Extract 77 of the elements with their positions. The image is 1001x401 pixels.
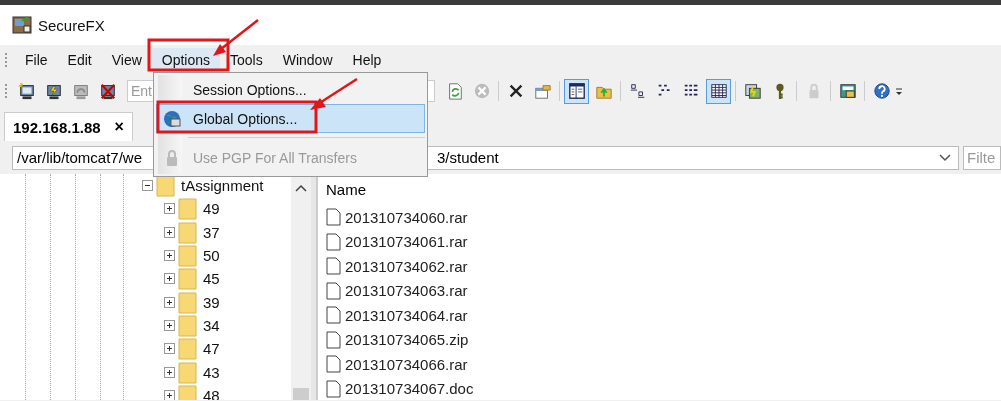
- computer-icon: [98, 82, 117, 100]
- file-name[interactable]: 201310734061.rar: [345, 233, 468, 251]
- file-name[interactable]: 201310734065.zip: [345, 331, 469, 349]
- tree-item[interactable]: 37: [203, 223, 220, 241]
- tree-item[interactable]: 45: [203, 270, 220, 288]
- menu-item[interactable]: Edit: [57, 48, 102, 72]
- tree-item[interactable]: 39: [203, 293, 220, 311]
- collapse-icon[interactable]: [142, 180, 153, 192]
- computer-icon: [44, 82, 63, 100]
- tree-item[interactable]: 48: [203, 386, 220, 400]
- file-icon: [326, 330, 341, 349]
- tree-item[interactable]: 43: [203, 363, 220, 381]
- computer-icon: [17, 82, 36, 100]
- file-name[interactable]: 201310734067.doc: [345, 380, 474, 398]
- file-icon: [326, 257, 341, 276]
- folder-icon: [178, 337, 197, 361]
- chevron-down-icon: [938, 152, 952, 163]
- expand-icon[interactable]: [164, 273, 175, 285]
- folder-icon: [178, 383, 197, 400]
- app-icon: [12, 15, 32, 35]
- menu-item[interactable]: View: [101, 48, 152, 72]
- arrow-drawing: [213, 19, 259, 56]
- globe-icon: [163, 109, 181, 128]
- window-title: SecureFX: [38, 16, 105, 34]
- tree-item[interactable]: 34: [203, 316, 220, 334]
- file-name[interactable]: 201310734066.rar: [345, 355, 468, 373]
- expand-icon[interactable]: [164, 389, 175, 400]
- close-button[interactable]: ×: [114, 118, 124, 136]
- file-name[interactable]: 201310734063.rar: [345, 282, 468, 300]
- arrow-drawing: [310, 77, 358, 110]
- details-icon: [709, 82, 728, 100]
- computer-icon: [71, 82, 90, 100]
- tree-item[interactable]: tAssignment: [181, 177, 264, 195]
- file-name[interactable]: 201310734062.rar: [345, 257, 468, 275]
- menu-item[interactable]: Session Options...: [156, 75, 425, 104]
- tree-item[interactable]: 47: [203, 340, 220, 358]
- file-icon: [326, 208, 341, 227]
- folder-icon: [178, 220, 197, 244]
- tree-item[interactable]: 50: [203, 247, 220, 265]
- expand-icon[interactable]: [164, 319, 175, 331]
- file-icon: [326, 232, 341, 251]
- toolbar-button[interactable]: [706, 78, 731, 104]
- folder-icon: [178, 360, 197, 384]
- large-icons-icon: [628, 82, 647, 100]
- expand-icon[interactable]: [164, 250, 175, 262]
- menu-item[interactable]: File: [15, 48, 58, 72]
- scrollbar[interactable]: [291, 174, 311, 400]
- folder-icon: [178, 244, 197, 268]
- folder-icon: [156, 174, 175, 198]
- menu-item[interactable]: Global Options...: [156, 104, 425, 133]
- tree-item[interactable]: 49: [203, 200, 220, 218]
- properties-icon: [533, 82, 552, 100]
- folder-icon: [178, 290, 197, 314]
- folder-icon: [178, 313, 197, 337]
- expand-icon[interactable]: [164, 343, 175, 355]
- expand-icon[interactable]: [164, 203, 175, 215]
- help-icon: [872, 82, 891, 100]
- folder-icon: [178, 197, 197, 221]
- scroll-thumb[interactable]: [293, 388, 309, 400]
- session-tab[interactable]: 192.168.1.88 ×: [4, 112, 133, 141]
- expand-icon[interactable]: [164, 366, 175, 378]
- scroll-up-icon: [295, 184, 307, 192]
- file-icon: [326, 281, 341, 300]
- file-icon: [326, 306, 341, 325]
- file-icon: [326, 355, 341, 374]
- menu-item[interactable]: Tools: [220, 48, 273, 72]
- menu-item[interactable]: Help: [342, 48, 392, 72]
- file-name[interactable]: 201310734064.rar: [345, 306, 468, 324]
- cancel-icon: [472, 82, 491, 100]
- expand-icon[interactable]: [164, 226, 175, 238]
- column-header[interactable]: Name: [326, 181, 366, 198]
- toolbar-button[interactable]: [564, 78, 589, 104]
- file-name[interactable]: 201310734060.rar: [345, 208, 468, 226]
- expand-icon[interactable]: [164, 296, 175, 308]
- menu-item[interactable]: Window: [272, 48, 343, 72]
- folder-icon: [178, 267, 197, 291]
- tree-view-icon: [567, 82, 586, 100]
